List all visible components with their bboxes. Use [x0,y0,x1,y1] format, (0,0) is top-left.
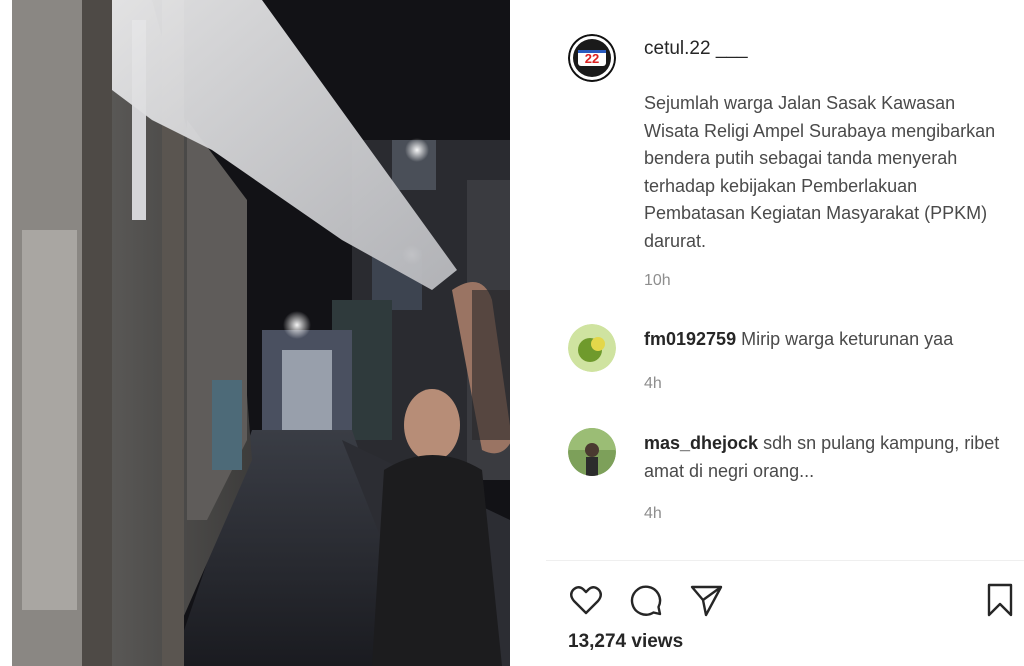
video-frame [12,0,510,666]
comment-body: Mirip warga keturunan yaa [741,329,954,349]
comment: fm0192759 Mirip warga keturunan yaa [644,325,1014,353]
comment-timestamp[interactable]: 4h [644,505,662,523]
heart-icon[interactable] [566,580,606,620]
comment-username[interactable]: fm0192759 [644,329,736,349]
view-count[interactable]: 13,274 views [568,631,683,653]
post-timestamp[interactable]: 10h [644,272,671,290]
svg-text:22: 22 [585,51,599,66]
post-username[interactable]: cetul.22 ___ [644,38,748,60]
post-caption: Sejumlah warga Jalan Sasak Kawasan Wisat… [644,93,996,251]
comment-timestamp[interactable]: 4h [644,375,662,393]
comment-icon[interactable] [626,580,666,620]
bookmark-icon[interactable] [980,580,1020,620]
avatar[interactable] [568,428,616,476]
logo-22-icon[interactable]: 22 [568,34,616,82]
send-icon[interactable] [686,580,726,620]
comment-username[interactable]: mas_dhejock [644,433,758,453]
page-margin [0,0,12,666]
video-player[interactable] [12,0,510,666]
divider [546,560,1024,561]
avatar[interactable] [568,324,616,372]
panel-gap [510,0,546,666]
comment: mas_dhejock sdh sn pulang kampung, ribet… [644,429,1014,485]
post-details-panel: 22 cetul.22 ___ Sejumlah warga Jalan Sas… [546,0,1024,666]
